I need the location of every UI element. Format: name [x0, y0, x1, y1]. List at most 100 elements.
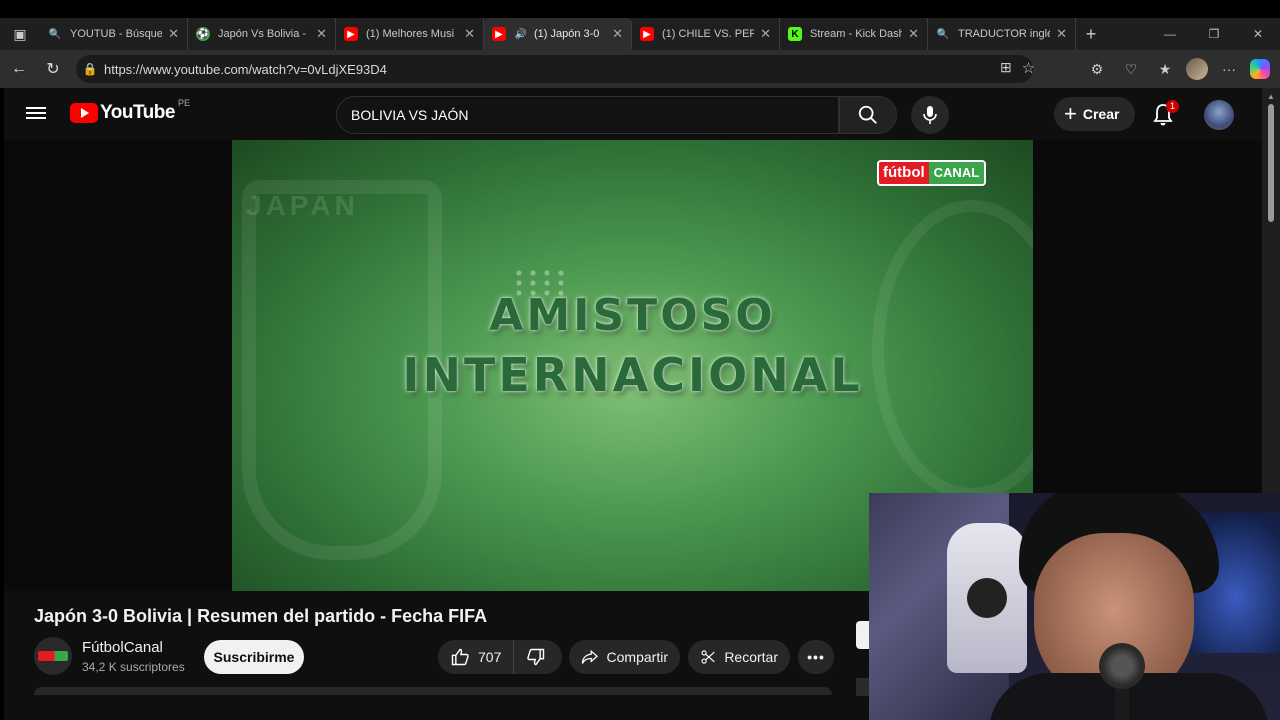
video-title: Japón 3-0 Bolivia | Resumen del partido … [34, 606, 488, 626]
voice-search-button[interactable] [911, 96, 949, 134]
favorite-star-icon[interactable]: ☆ [1022, 59, 1035, 77]
browser-tab-strip: ▣ 🔍 YOUTUB - Búsque ✕ ⚽ Japón Vs Bolivia… [0, 18, 1280, 50]
bug-part1: fútbol [879, 162, 929, 184]
menu-icon[interactable] [26, 104, 46, 124]
browser-essentials-icon[interactable]: ♡ [1118, 55, 1144, 83]
screen-top-bar [0, 0, 1280, 18]
search-input[interactable]: BOLIVIA VS JAÓN [336, 96, 839, 134]
microphone-icon [923, 106, 937, 124]
clip-button[interactable]: Recortar [688, 640, 790, 674]
new-tab-icon[interactable]: + [1076, 24, 1106, 45]
scrollbar-thumb[interactable] [1268, 104, 1274, 222]
tab-actions-icon[interactable]: ▣ [0, 18, 40, 50]
address-bar[interactable]: 🔒 https://www.youtube.com/watch?v=0vLdjX… [76, 55, 1033, 83]
bug-part2: CANAL [928, 162, 985, 184]
browser-tab[interactable]: ▶ (1) CHILE VS. PERÚ ✕ [632, 18, 780, 50]
youtube-play-icon [70, 103, 98, 123]
channel-avatar[interactable] [34, 637, 72, 675]
create-label: Crear [1082, 106, 1120, 122]
browser-tab-active[interactable]: ▶ 🔊 (1) Japón 3-0 ✕ [484, 18, 632, 50]
more-actions-button[interactable]: ••• [798, 640, 834, 674]
create-button[interactable]: + Crear [1054, 97, 1136, 131]
notification-badge: 1 [1166, 100, 1180, 113]
description-box[interactable] [34, 687, 832, 695]
kick-icon: K [788, 27, 802, 41]
webcam-overlay [869, 493, 1280, 720]
share-icon [581, 649, 599, 664]
country-code: PE [177, 98, 190, 108]
scroll-up-icon[interactable]: ▲ [1267, 92, 1275, 101]
browser-tab[interactable]: K Stream - Kick Dash ✕ [780, 18, 928, 50]
reload-icon[interactable]: ↻ [36, 59, 70, 79]
youtube-icon: ▶ [344, 27, 358, 41]
browser-tab[interactable]: ⚽ Japón Vs Bolivia - ✕ [188, 18, 336, 50]
notifications-button[interactable]: 1 [1152, 100, 1180, 126]
browser-tab[interactable]: ▶ (1) Melhores Musi ✕ [336, 18, 484, 50]
close-tab-icon[interactable]: ✕ [908, 26, 919, 42]
close-tab-icon[interactable]: ✕ [464, 26, 475, 42]
like-dislike-group: 707 [438, 640, 562, 674]
like-button[interactable]: 707 [438, 640, 515, 674]
back-icon[interactable]: ← [2, 60, 36, 78]
favorites-icon[interactable]: ★ [1152, 55, 1178, 83]
address-bar-row: ← ↻ 🔒 https://www.youtube.com/watch?v=0v… [0, 50, 1280, 88]
browser-tab[interactable]: 🔍 YOUTUB - Búsque ✕ [40, 18, 188, 50]
tab-title: TRADUCTOR inglé [958, 28, 1051, 40]
window-controls: — ❐ ✕ [1148, 18, 1280, 50]
tab-title: (1) Japón 3-0 [534, 28, 600, 40]
thumbs-down-icon [527, 648, 545, 666]
close-tab-icon[interactable]: ✕ [168, 26, 179, 42]
close-tab-icon[interactable]: ✕ [316, 26, 327, 42]
search-icon: 🔍 [48, 28, 62, 40]
tab-title: (1) Melhores Musi [366, 28, 455, 40]
dislike-button[interactable] [514, 640, 558, 674]
browser-toolbar-icons: ⚙ ♡ ★ ··· [1084, 55, 1270, 83]
app-available-icon[interactable]: ⊞ [1000, 59, 1012, 77]
close-window-icon[interactable]: ✕ [1236, 18, 1280, 50]
tab-title: Stream - Kick Dash [810, 28, 903, 40]
search-button[interactable] [839, 96, 897, 134]
channel-logo-bug: fútbol CANAL [877, 160, 987, 186]
site-info-icon[interactable]: 🔒 [76, 62, 104, 76]
more-horizontal-icon: ••• [807, 649, 825, 665]
channel-name[interactable]: FútbolCanal [82, 639, 163, 656]
logo-text: YouTube [100, 102, 175, 123]
tab-title: (1) CHILE VS. PERÚ [662, 28, 754, 40]
url-text: https://www.youtube.com/watch?v=0vLdjXE9… [104, 61, 387, 77]
channel-logo-icon [38, 651, 68, 661]
extensions-icon[interactable]: ⚙ [1084, 55, 1110, 83]
thumbs-up-icon [451, 648, 469, 666]
webcam-microphone [1099, 643, 1145, 689]
youtube-logo[interactable]: YouTube PE [70, 98, 190, 124]
video-overlay-line2: INTERNACIONAL [402, 348, 863, 402]
scissors-icon [701, 650, 715, 664]
copilot-icon[interactable] [1250, 59, 1270, 79]
subscribe-button[interactable]: Suscribirme [204, 640, 304, 674]
youtube-icon: ▶ [640, 27, 654, 41]
crest-watermark-text: JAPAN [246, 190, 359, 221]
clip-label: Recortar [724, 649, 778, 665]
close-tab-icon[interactable]: ✕ [760, 26, 771, 42]
subscriber-count: 34,2 K suscriptores [82, 660, 185, 674]
youtube-header: YouTube PE BOLIVIA VS JAÓN + Crear 1 [4, 88, 1262, 140]
like-count: 707 [478, 649, 502, 665]
restore-icon[interactable]: ❐ [1192, 18, 1236, 50]
more-menu-icon[interactable]: ··· [1216, 55, 1242, 83]
avatar[interactable] [1204, 100, 1234, 130]
tab-title: Japón Vs Bolivia - [218, 28, 307, 40]
browser-tab[interactable]: 🔍 TRADUCTOR inglé ✕ [928, 18, 1076, 50]
close-tab-icon[interactable]: ✕ [1056, 26, 1067, 42]
minimize-icon[interactable]: — [1148, 18, 1192, 50]
speaker-icon[interactable]: 🔊 [514, 27, 528, 41]
profile-avatar[interactable] [1186, 58, 1208, 80]
share-button[interactable]: Compartir [569, 640, 680, 674]
search-icon: 🔍 [936, 28, 950, 40]
webcam-pillow [947, 523, 1027, 673]
share-label: Compartir [606, 649, 668, 665]
youtube-icon: ▶ [492, 27, 506, 41]
plus-icon: + [1064, 101, 1077, 126]
video-overlay-line1: AMISTOSO [489, 290, 776, 341]
search-query: BOLIVIA VS JAÓN [351, 107, 469, 123]
close-tab-icon[interactable]: ✕ [612, 26, 623, 42]
search-icon [858, 105, 877, 124]
